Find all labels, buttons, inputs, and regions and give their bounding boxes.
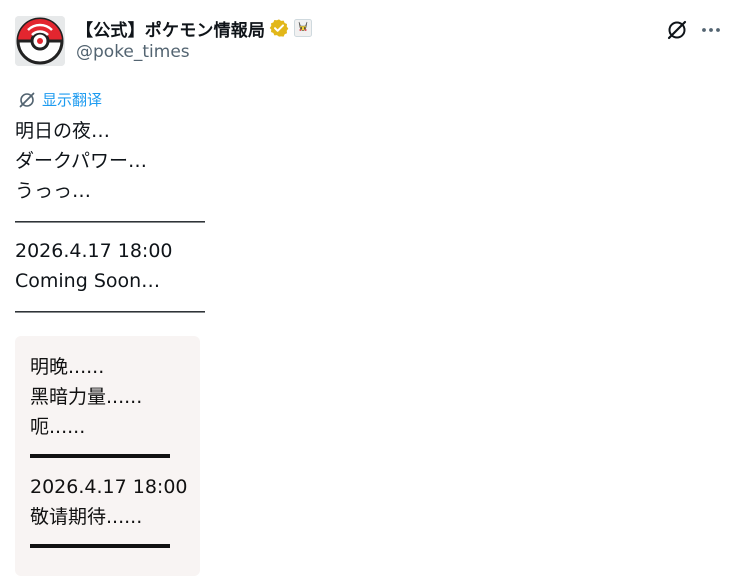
tweet-line: 2026.4.17 18:00 xyxy=(15,240,173,262)
affiliate-badge-icon[interactable] xyxy=(294,19,313,37)
grok-icon[interactable] xyxy=(665,18,689,42)
tweet-text: 明日の夜… ダークパワー… うっっ… ―――――――――― 2026.4.17 … xyxy=(15,116,715,326)
user-name-row: 【公式】ポケモン情報局 xyxy=(76,15,313,41)
more-options-icon[interactable] xyxy=(699,18,723,42)
tweet-divider-line: ―――――――――― xyxy=(15,210,205,232)
media-divider xyxy=(30,532,188,562)
media-line: 呃...... xyxy=(30,416,86,438)
tweet-media-image[interactable]: 明晚...... 黑暗力量...... 呃...... 2026.4.17 18… xyxy=(15,336,200,576)
tweet-line: Coming Soon… xyxy=(15,270,161,292)
show-translation-button[interactable]: 显示翻译 xyxy=(17,89,102,110)
show-translation-label: 显示翻译 xyxy=(42,91,103,109)
media-line: 2026.4.17 18:00 xyxy=(30,476,188,498)
tweet-divider-line: ―――――――――― xyxy=(15,300,205,322)
media-line: 敬请期待...... xyxy=(30,506,143,528)
tweet-line: 明日の夜… xyxy=(15,120,111,142)
display-name[interactable]: 【公式】ポケモン情報局 xyxy=(76,16,265,41)
translate-icon xyxy=(19,92,35,107)
media-line: 黑暗力量...... xyxy=(30,386,143,408)
media-text: 明晚...... 黑暗力量...... 呃...... 2026.4.17 18… xyxy=(30,352,188,562)
tweet-line: ダークパワー… xyxy=(15,150,148,172)
tweet-line: うっっ… xyxy=(15,180,92,202)
avatar[interactable] xyxy=(15,16,65,66)
media-line: 明晚...... xyxy=(30,356,105,378)
verified-badge-icon[interactable] xyxy=(269,18,289,38)
pokemon-logo-icon xyxy=(15,16,65,66)
user-handle[interactable]: @poke_times xyxy=(76,42,190,62)
media-divider xyxy=(30,442,188,472)
